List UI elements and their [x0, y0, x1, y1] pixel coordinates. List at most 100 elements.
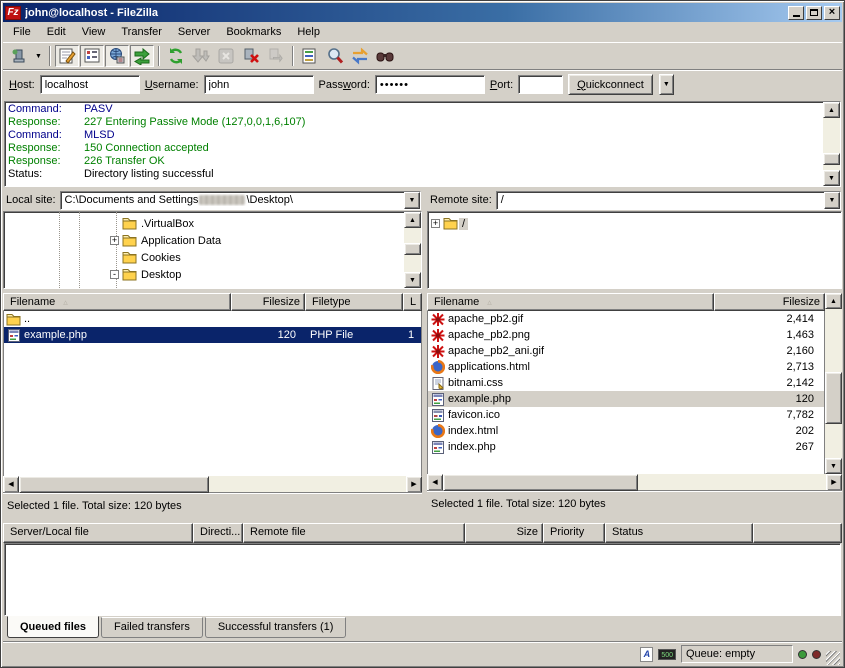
toggle-queue-icon[interactable] — [130, 45, 154, 67]
toggle-remote-tree-icon[interactable] — [105, 45, 129, 67]
toggle-message-log-icon[interactable] — [55, 45, 79, 67]
scroll-down-button[interactable]: ▼ — [825, 458, 842, 474]
chevron-down-icon[interactable]: ▼ — [404, 192, 420, 209]
column-header-direction[interactable]: Directi... — [193, 523, 243, 543]
local-tree-scrollbar[interactable]: ▲ ▼ — [404, 212, 421, 288]
column-header-filesize[interactable]: Filesize — [714, 293, 825, 311]
scroll-up-button[interactable]: ▲ — [404, 212, 421, 228]
disconnect-icon[interactable] — [239, 45, 263, 67]
menu-item-transfer[interactable]: Transfer — [113, 24, 170, 40]
column-header-filename[interactable]: Filename▵ — [3, 293, 231, 311]
scroll-down-button[interactable]: ▼ — [823, 170, 840, 186]
column-header-server-local-file[interactable]: Server/Local file — [3, 523, 193, 543]
column-header-lastmodified[interactable]: L — [403, 293, 422, 311]
toggle-local-tree-icon[interactable] — [80, 45, 104, 67]
tree-item[interactable]: +/ — [428, 215, 841, 232]
find-icon[interactable] — [373, 45, 397, 67]
scroll-thumb[interactable] — [404, 243, 421, 255]
dropdown-arrow-icon[interactable]: ▼ — [32, 45, 45, 67]
file-row[interactable]: favicon.ico7,782 — [428, 407, 824, 423]
ico-icon — [430, 409, 445, 422]
scroll-right-button[interactable]: ▶ — [406, 476, 422, 493]
scroll-thumb[interactable] — [443, 474, 638, 491]
collapse-icon[interactable]: - — [110, 270, 119, 279]
file-row[interactable]: apache_pb2.png1,463 — [428, 327, 824, 343]
filter-icon[interactable] — [298, 45, 322, 67]
tab-failed-transfers[interactable]: Failed transfers — [101, 617, 203, 638]
maximize-button[interactable] — [806, 6, 822, 20]
expand-icon[interactable]: + — [110, 236, 119, 245]
site-manager-icon[interactable] — [7, 45, 31, 67]
file-size-cell: 120 — [715, 393, 824, 405]
host-input[interactable] — [40, 75, 140, 94]
file-size-cell: 1,463 — [715, 329, 824, 341]
firefox-icon — [430, 360, 445, 374]
scroll-track[interactable] — [19, 476, 406, 493]
tab-queued-files[interactable]: Queued files — [7, 616, 99, 638]
tab-successful-transfers-1[interactable]: Successful transfers (1) — [205, 617, 347, 638]
scroll-track[interactable] — [443, 474, 826, 491]
column-header-filetype[interactable]: Filetype — [305, 293, 403, 311]
file-row[interactable]: applications.html2,713 — [428, 359, 824, 375]
remote-list-scrollbar[interactable]: ▲ ▼ — [825, 293, 842, 474]
scroll-track[interactable] — [404, 228, 421, 272]
column-header-filesize[interactable]: Filesize — [231, 293, 305, 311]
scroll-thumb[interactable] — [823, 153, 840, 165]
remote-hscrollbar[interactable]: ◀ ▶ — [427, 474, 842, 491]
file-row[interactable]: apache_pb2.gif2,414 — [428, 311, 824, 327]
quickconnect-button[interactable]: Quickconnect — [568, 74, 653, 95]
tree-item[interactable]: Cookies — [4, 249, 404, 266]
scroll-thumb[interactable] — [19, 476, 209, 493]
menu-item-server[interactable]: Server — [170, 24, 218, 40]
remote-site-path: / — [497, 194, 824, 206]
menu-item-help[interactable]: Help — [289, 24, 328, 40]
scroll-left-button[interactable]: ◀ — [3, 476, 19, 493]
tree-item[interactable]: -Desktop — [4, 266, 404, 283]
column-header-priority[interactable]: Priority — [543, 523, 605, 543]
chevron-down-icon: ▼ — [663, 81, 670, 88]
menu-item-view[interactable]: View — [74, 24, 114, 40]
menu-item-file[interactable]: File — [5, 24, 39, 40]
scroll-down-button[interactable]: ▼ — [404, 272, 421, 288]
column-header-size[interactable]: Size — [465, 523, 543, 543]
compare-icon[interactable] — [323, 45, 347, 67]
local-site-combobox[interactable]: C:\Documents and Settings\Desktop\ ▼ — [60, 191, 421, 210]
file-row[interactable]: .. — [4, 311, 421, 327]
cancel-icon — [214, 45, 238, 67]
file-row[interactable]: index.php267 — [428, 439, 824, 455]
scroll-up-button[interactable]: ▲ — [823, 102, 840, 118]
file-row[interactable]: example.php120 — [428, 391, 824, 407]
sync-browse-icon[interactable] — [348, 45, 372, 67]
scroll-thumb[interactable] — [825, 372, 842, 424]
column-header-filename[interactable]: Filename▵ — [427, 293, 714, 311]
username-input[interactable] — [204, 75, 314, 94]
remote-site-combobox[interactable]: / ▼ — [496, 191, 841, 210]
menu-item-edit[interactable]: Edit — [39, 24, 74, 40]
tree-item[interactable]: +Application Data — [4, 232, 404, 249]
scroll-left-button[interactable]: ◀ — [427, 474, 443, 491]
scroll-track[interactable] — [823, 118, 840, 170]
scroll-up-button[interactable]: ▲ — [825, 293, 842, 309]
chevron-down-icon[interactable]: ▼ — [824, 192, 840, 209]
title-bar[interactable]: Fz john@localhost - FileZilla × — [3, 3, 842, 22]
close-button[interactable]: × — [824, 6, 840, 20]
column-header-remote-file[interactable]: Remote file — [243, 523, 465, 543]
file-row[interactable]: example.php120PHP File1 — [4, 327, 421, 343]
log-scrollbar[interactable]: ▲ ▼ — [823, 102, 840, 186]
port-input[interactable] — [518, 75, 563, 94]
minimize-button[interactable] — [788, 6, 804, 20]
file-row[interactable]: apache_pb2_ani.gif2,160 — [428, 343, 824, 359]
column-header-status[interactable]: Status — [605, 523, 753, 543]
quickconnect-dropdown-button[interactable]: ▼ — [659, 74, 674, 95]
resize-grip[interactable] — [826, 651, 840, 665]
scroll-track[interactable] — [825, 309, 842, 458]
file-row[interactable]: index.html202 — [428, 423, 824, 439]
refresh-icon[interactable] — [164, 45, 188, 67]
password-input[interactable] — [375, 75, 485, 94]
tree-item[interactable]: .VirtualBox — [4, 215, 404, 232]
scroll-right-button[interactable]: ▶ — [826, 474, 842, 491]
expand-icon[interactable]: + — [431, 219, 440, 228]
menu-item-bookmarks[interactable]: Bookmarks — [218, 24, 289, 40]
local-hscrollbar[interactable]: ◀ ▶ — [3, 476, 422, 493]
file-row[interactable]: bitnami.css2,142 — [428, 375, 824, 391]
